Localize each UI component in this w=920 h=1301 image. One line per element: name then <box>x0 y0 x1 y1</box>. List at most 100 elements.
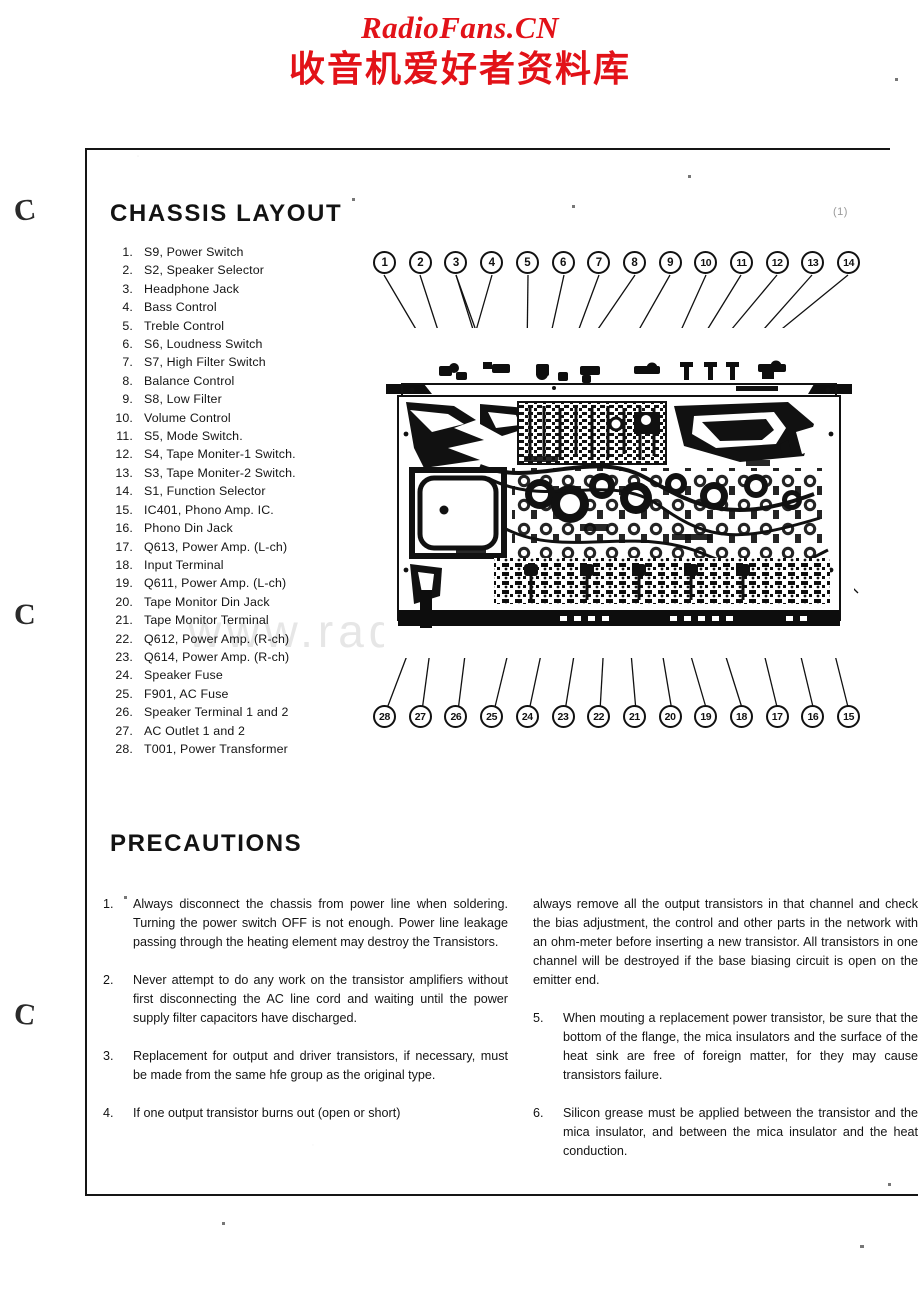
chassis-photo-image <box>384 328 854 658</box>
parts-item-label: T001, Power Transformer <box>144 741 288 756</box>
parts-item-label: AC Outlet 1 and 2 <box>144 723 246 738</box>
precaution-number: 4. <box>103 1106 114 1120</box>
parts-item-number: 15. <box>115 502 133 517</box>
precaution-continuation-text: always remove all the output transistors… <box>533 897 918 987</box>
parts-item-number: 20. <box>115 594 133 609</box>
parts-list-item: 9. S8, Low Filter <box>103 390 368 408</box>
parts-list-item: 5. Treble Control <box>103 317 368 335</box>
parts-item-label: S9, Power Switch <box>144 245 244 259</box>
parts-item-number: 11. <box>116 429 133 444</box>
binder-hole-artifact: C <box>14 598 36 631</box>
callout-bubble-21: 21 <box>622 705 646 728</box>
chassis-photograph <box>384 328 854 658</box>
parts-item-number: 14. <box>115 484 133 499</box>
callout-bubble-8: 8 <box>622 251 646 274</box>
parts-list-item: 26. Speaker Terminal 1 and 2 <box>103 703 368 721</box>
precaution-text: Never attempt to do any work on the tran… <box>133 973 508 1025</box>
parts-list-item: 11. S5, Mode Switch. <box>103 427 368 445</box>
parts-list-item: 24. Speaker Fuse <box>103 666 368 684</box>
parts-list-item: 4. Bass Control <box>103 298 368 316</box>
callout-bubble-6: 6 <box>551 251 575 274</box>
parts-item-number: 1. <box>122 245 133 259</box>
callout-bubble-23: 23 <box>551 705 575 728</box>
parts-list-item: 19. Q611, Power Amp. (L-ch) <box>103 574 368 592</box>
parts-item-number: 9. <box>122 392 133 407</box>
callout-bubble-5: 5 <box>515 251 539 274</box>
parts-item-label: S2, Speaker Selector <box>144 263 265 278</box>
parts-list-item: 8. Balance Control <box>103 372 368 390</box>
parts-list-item: 16. Phono Din Jack <box>103 519 368 537</box>
callout-bubble-11: 11 <box>730 251 753 274</box>
precaution-number: 2. <box>103 973 114 987</box>
callout-bubble-14: 14 <box>837 251 861 274</box>
parts-list-item: 6. S6, Loudness Switch <box>103 335 368 353</box>
parts-list-item: 21. Tape Monitor Terminal <box>103 611 368 629</box>
callout-bubble-15: 15 <box>837 705 861 728</box>
scan-speck <box>222 1222 225 1225</box>
parts-list-item: 2. S2, Speaker Selector <box>103 261 368 279</box>
parts-item-number: 3. <box>122 281 133 296</box>
parts-item-label: Q614, Power Amp. (R-ch) <box>144 649 290 664</box>
parts-item-number: 7. <box>122 355 133 370</box>
parts-item-label: Phono Din Jack <box>144 521 233 536</box>
parts-item-label: Volume Control <box>144 410 231 425</box>
precaution-text: Replacement for output and driver transi… <box>133 1049 508 1082</box>
precaution-item: 6. Silicon grease must be applied between… <box>533 1104 918 1161</box>
parts-list-item: 17. Q613, Power Amp. (L-ch) <box>103 538 368 556</box>
parts-list-item: 20. Tape Monitor Din Jack <box>103 593 368 611</box>
parts-list-item: 14. S1, Function Selector <box>103 482 368 500</box>
scan-speck <box>688 175 691 178</box>
parts-list-item: 12. S4, Tape Moniter-1 Switch. <box>103 445 368 463</box>
scan-speck <box>860 1245 864 1248</box>
callout-bubble-20: 20 <box>658 705 682 728</box>
parts-item-label: Q613, Power Amp. (L-ch) <box>144 539 288 554</box>
parts-item-number: 10. <box>115 410 133 425</box>
callout-bubble-2: 2 <box>408 251 432 274</box>
precaution-number: 5. <box>533 1011 544 1025</box>
precaution-text: When mouting a replacement power transis… <box>563 1011 918 1082</box>
parts-item-number: 25. <box>115 686 133 701</box>
parts-list-item: 7. S7, High Filter Switch <box>103 353 368 371</box>
parts-item-label: Speaker Fuse <box>144 668 223 683</box>
parts-item-label: Bass Control <box>144 300 217 315</box>
precautions-right-column: always remove all the output transistors… <box>533 895 918 1180</box>
binder-hole-artifact: C <box>11 192 38 229</box>
callout-bubble-1: 1 <box>373 251 396 274</box>
parts-list-item: 3. Headphone Jack <box>103 280 368 298</box>
precaution-number: 3. <box>103 1049 114 1063</box>
parts-item-label: Speaker Terminal 1 and 2 <box>144 705 289 720</box>
callout-bubble-24: 24 <box>515 705 539 728</box>
parts-item-label: S4, Tape Moniter-1 Switch. <box>144 447 296 462</box>
callout-bubble-28: 28 <box>373 705 396 728</box>
parts-list-item: 10. Volume Control <box>103 409 368 427</box>
callout-bubble-4: 4 <box>480 251 504 274</box>
precautions-left-column: 1. Always disconnect the chassis from pow… <box>103 895 508 1142</box>
parts-item-label: Input Terminal <box>144 557 224 572</box>
parts-item-label: Tape Monitor Terminal <box>144 613 269 628</box>
parts-list-item: 23. Q614, Power Amp. (R-ch) <box>103 648 368 666</box>
precaution-item: 3. Replacement for output and driver tran… <box>103 1047 508 1085</box>
precaution-number: 1. <box>103 897 114 911</box>
precaution-item: 5. When mouting a replacement power trans… <box>533 1009 918 1085</box>
callout-bubble-9: 9 <box>658 251 682 274</box>
precaution-number: 6. <box>533 1106 544 1120</box>
parts-item-number: 22. <box>115 631 133 646</box>
parts-item-number: 24. <box>115 668 133 683</box>
parts-list-item: 15. IC401, Phono Amp. IC. <box>103 501 368 519</box>
parts-item-number: 5. <box>122 318 133 333</box>
parts-item-number: 2. <box>122 263 133 278</box>
precaution-text: Always disconnect the chassis from power… <box>133 897 508 949</box>
parts-item-number: 23. <box>115 649 133 664</box>
parts-item-label: S7, High Filter Switch <box>144 355 266 370</box>
parts-item-label: Headphone Jack <box>144 281 240 296</box>
parts-item-label: S6, Loudness Switch <box>144 337 263 352</box>
parts-item-number: 27. <box>115 723 133 738</box>
callout-bubble-12: 12 <box>765 251 789 274</box>
precaution-item: 2. Never attempt to do any work on the tr… <box>103 971 508 1028</box>
parts-item-label: S8, Low Filter <box>144 392 222 407</box>
parts-item-number: 6. <box>122 337 133 352</box>
parts-item-number: 18. <box>115 557 133 572</box>
site-watermark-header: RadioFans.CN 收音机爱好者资料库 <box>0 0 920 115</box>
parts-list-item: 28. T001, Power Transformer <box>103 740 368 758</box>
parts-item-number: 8. <box>122 373 133 388</box>
